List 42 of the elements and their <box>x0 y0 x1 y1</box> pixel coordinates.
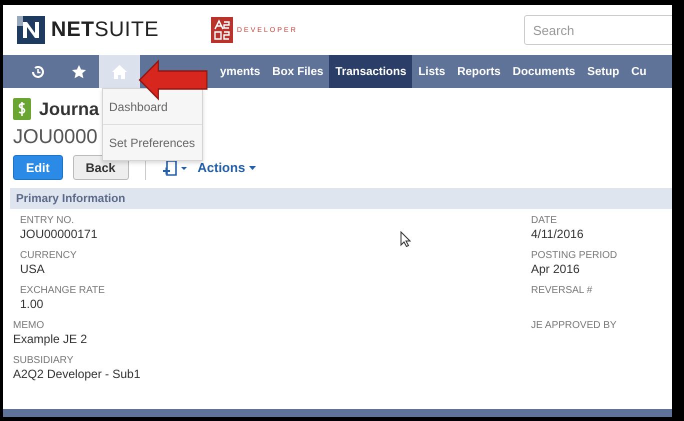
nav-tab[interactable]: Lists <box>412 55 452 88</box>
logo-text: NETSUITE <box>51 18 159 42</box>
nav-tab[interactable]: Box Files <box>266 55 330 88</box>
field-label: DATE <box>531 215 558 226</box>
field-value: 1.00 <box>20 297 44 311</box>
field-value: Apr 2016 <box>531 262 580 276</box>
field-label: JE APPROVED BY <box>531 320 618 331</box>
section-title: Primary Information <box>16 192 126 204</box>
new-document-icon[interactable] <box>162 158 188 176</box>
arrow-icon <box>138 59 210 101</box>
field-label: CURRENCY <box>20 250 78 261</box>
field-label: MEMO <box>13 320 46 331</box>
recent-icon <box>30 64 46 80</box>
field-label: EXCHANGE RATE <box>20 285 106 296</box>
field-label: REVERSAL # <box>531 285 594 296</box>
page-title: Journa <box>39 98 100 120</box>
search-field[interactable]: Search <box>524 15 672 45</box>
nav-tab[interactable]: Cu <box>625 55 653 88</box>
logo-icon <box>17 16 45 44</box>
field-value: USA <box>20 262 45 276</box>
nav-tab[interactable]: Documents <box>506 55 582 88</box>
star-icon <box>70 64 86 80</box>
journal-icon <box>13 98 31 120</box>
field-label: SUBSIDIARY <box>13 355 74 366</box>
record-id: JOU0000 <box>13 126 98 149</box>
home-icon <box>111 64 128 80</box>
menu-item[interactable]: Dashboard <box>103 89 202 125</box>
nav-tab[interactable]: Transactions <box>329 55 412 88</box>
field-value: A2Q2 Developer - Sub1 <box>13 367 140 381</box>
field-label: POSTING PERIOD <box>531 250 618 261</box>
field-value: Example JE 2 <box>13 332 88 346</box>
nav-tab[interactable]: Reports <box>451 55 507 88</box>
caret-icon <box>249 166 256 170</box>
field-value: JOU00000171 <box>20 227 98 241</box>
nav-tab[interactable]: Setup <box>581 55 626 88</box>
nav-tab[interactable]: yments <box>214 55 266 88</box>
edit-button[interactable]: Edit <box>13 155 63 180</box>
field-value: 4/11/2016 <box>531 227 584 241</box>
field-label: ENTRY NO. <box>20 215 76 226</box>
actions-menu[interactable]: Actions <box>198 160 256 175</box>
partner-logo-icon <box>210 17 233 43</box>
cursor-icon <box>400 231 411 247</box>
